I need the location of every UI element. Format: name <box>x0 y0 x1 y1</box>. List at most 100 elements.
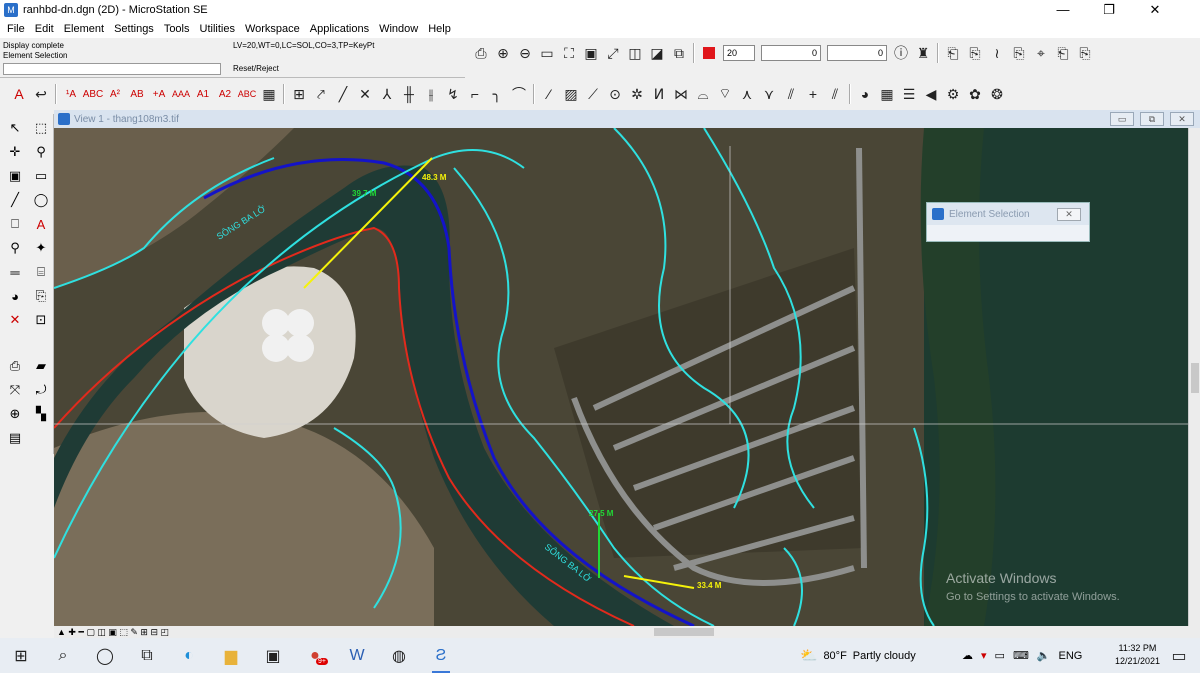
print-tool-icon[interactable]: ⎙ <box>3 355 27 377</box>
text-edit-icon[interactable]: ↩ <box>30 83 52 105</box>
smartline-icon[interactable]: ⁄ <box>538 83 560 105</box>
menu-window[interactable]: Window <box>374 20 423 38</box>
close-button[interactable]: ✕ <box>1132 0 1178 20</box>
bisector-icon[interactable]: ⋎ <box>758 83 780 105</box>
draw-line-icon[interactable]: ⟋ <box>582 83 604 105</box>
material-icon[interactable]: ✿ <box>964 83 986 105</box>
antivirus-icon[interactable]: ▾ <box>981 649 987 662</box>
reference-icon[interactable]: ⎗ <box>942 42 964 64</box>
checker-tool-icon[interactable]: ▚ <box>29 403 53 425</box>
menu-edit[interactable]: Edit <box>30 20 59 38</box>
key-in-field[interactable] <box>3 63 221 75</box>
fit-view-icon[interactable]: ⛶ <box>558 42 580 64</box>
curve-icon[interactable]: Ͷ <box>648 83 670 105</box>
document-tool-icon[interactable]: ▤ <box>3 427 27 449</box>
view-vertical-scrollbar[interactable] <box>1188 128 1200 626</box>
active-color-swatch[interactable] <box>698 42 720 64</box>
pan-icon[interactable]: ⤢ <box>602 42 624 64</box>
tangent-icon[interactable]: ⋏ <box>736 83 758 105</box>
rotate-tool-icon[interactable]: ⤾ <box>29 379 53 401</box>
menu-workspace[interactable]: Workspace <box>240 20 305 38</box>
text-a2b-icon[interactable]: A2 <box>214 83 236 105</box>
line-style-combo[interactable]: 0 <box>761 45 821 61</box>
modify-icon[interactable]: ↯ <box>442 83 464 105</box>
cloud-icon[interactable]: ☁ <box>962 649 973 662</box>
lights-icon[interactable]: ❂ <box>986 83 1008 105</box>
plus-icon[interactable]: + <box>802 83 824 105</box>
measure-tool-icon[interactable]: ⚲ <box>29 141 53 163</box>
text-a2-icon[interactable]: A² <box>104 83 126 105</box>
fence-tool-icon[interactable]: ▣ <box>3 165 27 187</box>
place-text-icon[interactable]: A <box>8 83 30 105</box>
view-control-icons[interactable]: ▲ ✚ ━ ▢ ◫ ▣ ⬚ ✎ ⊞ ⊟ ◰ <box>57 627 169 638</box>
match-attributes-icon[interactable]: ♜ <box>912 42 934 64</box>
render-icon[interactable]: ⚙ <box>942 83 964 105</box>
chrome-notify-icon[interactable]: ● 9+ <box>294 638 336 673</box>
accudraw-icon[interactable]: ⎘ <box>1074 42 1096 64</box>
fence-box-icon[interactable]: ⊞ <box>288 83 310 105</box>
select-box-icon[interactable]: ⬚ <box>29 117 53 139</box>
gear-icon[interactable]: ✲ <box>626 83 648 105</box>
element-selection-dialog[interactable]: Element Selection ✕ <box>926 202 1090 242</box>
arc2-icon[interactable]: ⌔ <box>714 83 736 105</box>
move-tool-icon[interactable]: ⤧ <box>3 379 27 401</box>
hatch-icon[interactable]: ⫽ <box>780 83 802 105</box>
fence-icon[interactable]: ⎗ <box>1052 42 1074 64</box>
text-abc-icon[interactable]: ABC <box>82 83 104 105</box>
palette-icon[interactable]: ◕ <box>854 83 876 105</box>
text-tool-icon[interactable]: A <box>29 213 53 235</box>
print-icon[interactable]: ⎙ <box>470 42 492 64</box>
cell-icon[interactable]: ≀ <box>986 42 1008 64</box>
horizontal-scroll-thumb[interactable] <box>654 628 714 636</box>
chamfer-icon[interactable]: ⌒ <box>508 83 530 105</box>
table-icon[interactable]: ▦ <box>876 83 898 105</box>
task-view-icon[interactable]: ⧉ <box>126 638 168 673</box>
view-previous-icon[interactable]: ◫ <box>624 42 646 64</box>
circle-icon[interactable]: ⊙ <box>604 83 626 105</box>
start-icon[interactable]: ⊞ <box>0 638 42 673</box>
element-selection-close-button[interactable]: ✕ <box>1057 208 1081 221</box>
maximize-button[interactable]: ❐ <box>1086 0 1132 20</box>
intersect-icon[interactable]: ⫲ <box>420 83 442 105</box>
level-tool-icon[interactable]: ═ <box>3 261 27 283</box>
trim-icon[interactable]: ╫ <box>398 83 420 105</box>
zoom-in-icon[interactable]: ⊕ <box>492 42 514 64</box>
color-combo[interactable]: 20 <box>723 45 755 61</box>
line-tool-icon[interactable]: ╱ <box>332 83 354 105</box>
menu-tools[interactable]: Tools <box>159 20 195 38</box>
layers-icon[interactable]: ☰ <box>898 83 920 105</box>
cell-place-icon[interactable]: ⎕ <box>3 213 27 235</box>
store-icon[interactable]: ▣ <box>252 638 294 673</box>
search-icon[interactable]: ⌕ <box>42 638 84 673</box>
edge-icon[interactable]: ◐ <box>168 638 210 673</box>
intersection-icon[interactable]: ⋈ <box>670 83 692 105</box>
word-icon[interactable]: W <box>336 638 378 673</box>
file-explorer-icon[interactable]: ▆ <box>210 638 252 673</box>
measure-icon[interactable]: ▨ <box>560 83 582 105</box>
copy-view-icon[interactable]: ⧉ <box>668 42 690 64</box>
view-window[interactable]: View 1 - thang108m3.tif ▭ ⧉ ✕ 39.7 M 48.… <box>54 110 1200 638</box>
pattern-tool-icon[interactable]: ⌸ <box>29 261 53 283</box>
snap-icon[interactable]: ⌖ <box>1030 42 1052 64</box>
copy-element-icon[interactable]: ⤤ <box>310 83 332 105</box>
menu-file[interactable]: File <box>2 20 30 38</box>
text-node-icon[interactable]: ¹A <box>60 83 82 105</box>
extend-icon[interactable]: ⅄ <box>376 83 398 105</box>
text-grid-icon[interactable]: ▦ <box>258 83 280 105</box>
line-draw-icon[interactable]: ╱ <box>3 189 27 211</box>
copy-tool-icon[interactable]: ⎘ <box>29 285 53 307</box>
view-close-button[interactable]: ✕ <box>1170 112 1194 126</box>
weather-widget[interactable]: ⛅ 80°F Partly cloudy <box>800 638 916 673</box>
fillet-icon[interactable]: ╮ <box>486 83 508 105</box>
raster-image-icon[interactable]: ▣ <box>580 42 602 64</box>
text-aaa-icon[interactable]: AAA <box>170 83 192 105</box>
raster-tool-icon[interactable]: ▰ <box>29 355 53 377</box>
rectangle-tool-icon[interactable]: ▭ <box>29 165 53 187</box>
text-a1-icon[interactable]: A1 <box>192 83 214 105</box>
dimension-tool-icon[interactable]: ✦ <box>29 237 53 259</box>
vertical-scroll-thumb[interactable] <box>1191 363 1199 393</box>
notification-center-icon[interactable]: ▭ <box>1158 638 1200 673</box>
window-area-icon[interactable]: ▭ <box>536 42 558 64</box>
clock[interactable]: 11:32 PM 12/21/2021 <box>1115 642 1160 668</box>
menu-applications[interactable]: Applications <box>305 20 374 38</box>
